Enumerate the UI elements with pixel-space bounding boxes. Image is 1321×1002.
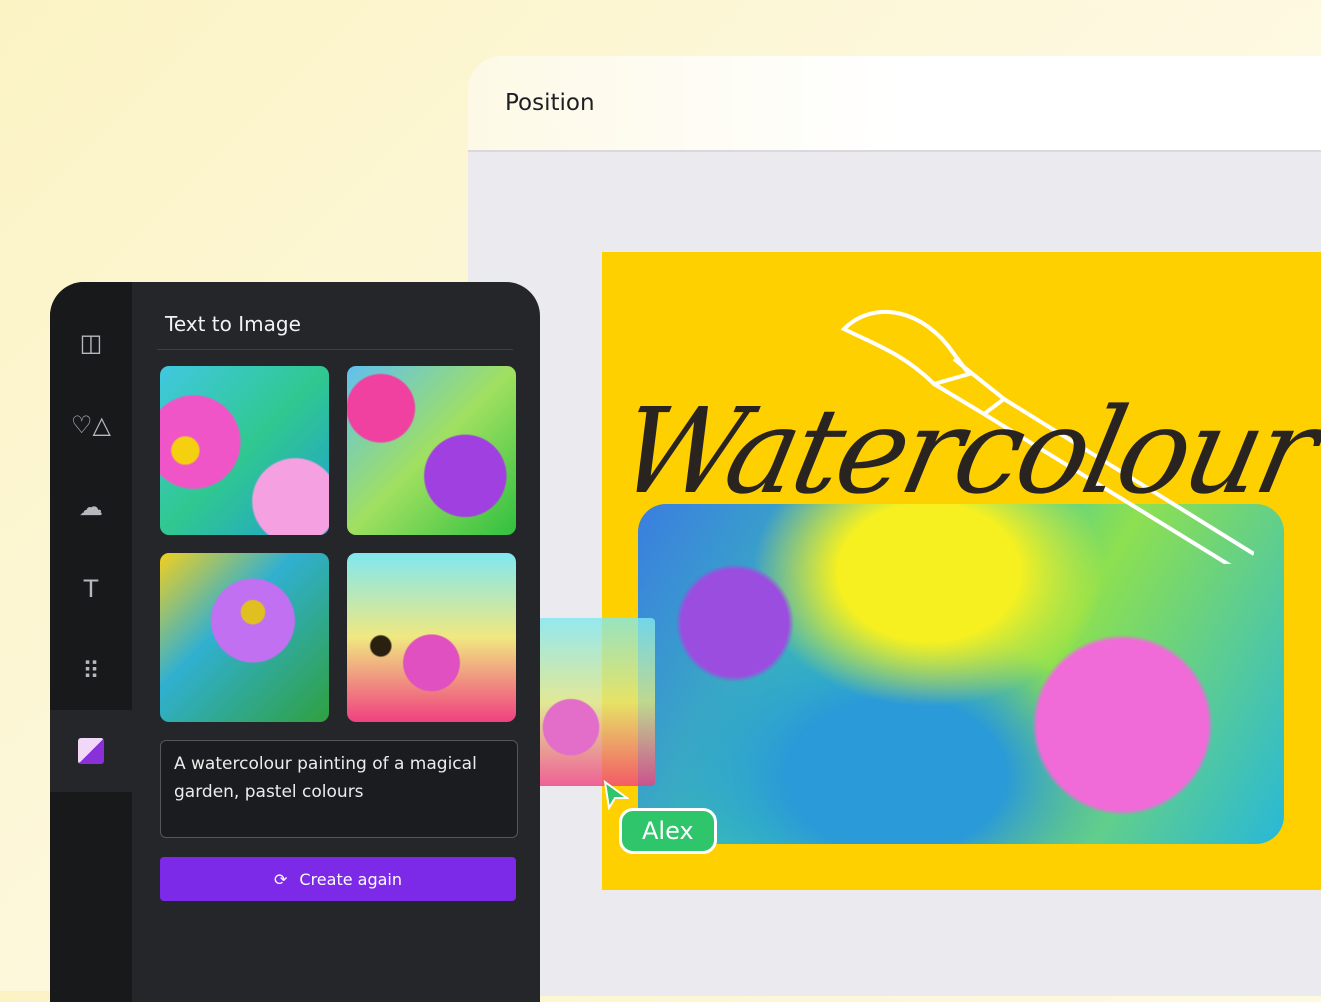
upload-icon[interactable]: ☁ xyxy=(50,466,132,548)
create-again-button[interactable]: ⟳ Create again xyxy=(160,857,516,901)
divider xyxy=(157,349,513,350)
watercolour-heading[interactable]: Watercolour xyxy=(607,382,1321,520)
text-icon[interactable]: T xyxy=(50,548,132,630)
side-panel: ◫ ♡△ ☁ T ⠿ Text to Image A watercolour p… xyxy=(50,282,540,1002)
panel-title: Text to Image xyxy=(165,312,301,336)
generated-image-4[interactable] xyxy=(347,553,516,722)
sidebar-rail: ◫ ♡△ ☁ T ⠿ xyxy=(50,282,132,1002)
layout-icon[interactable]: ◫ xyxy=(50,302,132,384)
apps-icon[interactable]: ⠿ xyxy=(50,630,132,712)
generated-image-1[interactable] xyxy=(160,366,329,535)
generated-image-2[interactable] xyxy=(347,366,516,535)
generated-image-3[interactable] xyxy=(160,553,329,722)
refresh-icon: ⟳ xyxy=(273,869,288,889)
create-again-label: Create again xyxy=(299,869,402,889)
design-canvas[interactable]: Watercolour xyxy=(602,252,1321,890)
editor-window: Position Watercolour xyxy=(468,56,1321,996)
cursor-icon xyxy=(603,780,629,810)
toolbar: Position xyxy=(468,56,1321,152)
position-button[interactable]: Position xyxy=(505,90,595,116)
elements-icon[interactable]: ♡△ xyxy=(50,384,132,466)
prompt-input[interactable]: A watercolour painting of a magical gard… xyxy=(160,740,518,838)
collaborator-label: Alex xyxy=(619,808,717,854)
text-to-image-app-icon[interactable] xyxy=(50,710,132,792)
